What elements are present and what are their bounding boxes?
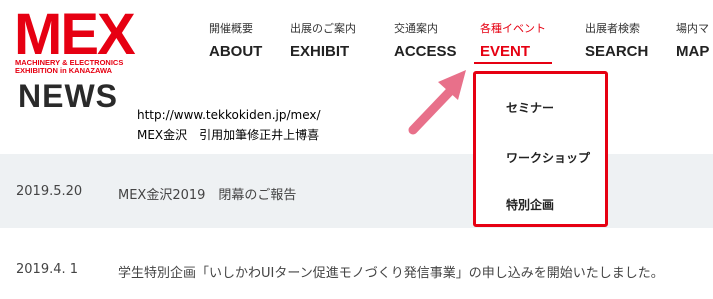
event-dropdown-menu: セミナー ワークショップ 特別企画 xyxy=(473,71,608,227)
nav-item-en-label: ABOUT xyxy=(209,43,263,60)
news-item[interactable]: 2019.5.20 MEX金沢2019 閉幕のご報告 xyxy=(16,184,296,203)
page-title: NEWS xyxy=(18,78,118,114)
news-link[interactable]: MEX金沢2019 閉幕のご報告 xyxy=(118,184,296,203)
nav-item-search[interactable]: 出展者検索 SEARCH xyxy=(585,22,648,63)
nav-item-jp-label: 交通案内 xyxy=(394,22,438,35)
nav-item-en-label: SEARCH xyxy=(585,43,649,60)
annotation-url: http://www.tekkokiden.jp/mex/ xyxy=(137,108,321,122)
nav-item-event[interactable]: 各種イベント EVENT xyxy=(480,22,546,63)
news-item[interactable]: 2019.4. 1 学生特別企画「いしかわUIターン促進モノづくり発信事業」の申… xyxy=(16,262,664,281)
news-date: 2019.5.20 xyxy=(16,184,83,199)
nav-item-en-label: ACCESS xyxy=(394,43,457,60)
nav-item-en-label: EVENT xyxy=(480,43,531,60)
nav-item-jp-label: 出展のご案内 xyxy=(290,22,356,35)
dropdown-item-seminar[interactable]: セミナー xyxy=(506,99,554,116)
nav-item-about[interactable]: 開催概要 ABOUT xyxy=(209,22,262,63)
nav-item-en-label: EXHIBIT xyxy=(290,43,350,60)
dropdown-item-workshop[interactable]: ワークショップ xyxy=(506,149,590,166)
nav-item-jp-label: 開催概要 xyxy=(209,22,253,35)
nav-item-jp-label: 場内マ xyxy=(676,22,709,35)
nav-item-access[interactable]: 交通案内 ACCESS xyxy=(394,22,457,63)
nav-item-jp-label: 各種イベント xyxy=(480,22,546,35)
nav-item-en-label: MAP xyxy=(676,43,710,60)
news-link[interactable]: 学生特別企画「いしかわUIターン促進モノづくり発信事業」の申し込みを開始いたしま… xyxy=(118,262,664,281)
main-nav: 開催概要 ABOUT 出展のご案内 EXHIBIT 交通案内 ACCESS 各種… xyxy=(0,0,713,80)
nav-item-map[interactable]: 場内マ MAP xyxy=(676,22,709,63)
dropdown-item-special[interactable]: 特別企画 xyxy=(506,196,554,213)
annotation-note: MEX金沢 引用加筆修正井上博喜 xyxy=(137,128,320,142)
nav-active-underline xyxy=(474,62,552,64)
nav-item-exhibit[interactable]: 出展のご案内 EXHIBIT xyxy=(290,22,356,63)
nav-item-jp-label: 出展者検索 xyxy=(585,22,640,35)
news-date: 2019.4. 1 xyxy=(16,262,79,277)
